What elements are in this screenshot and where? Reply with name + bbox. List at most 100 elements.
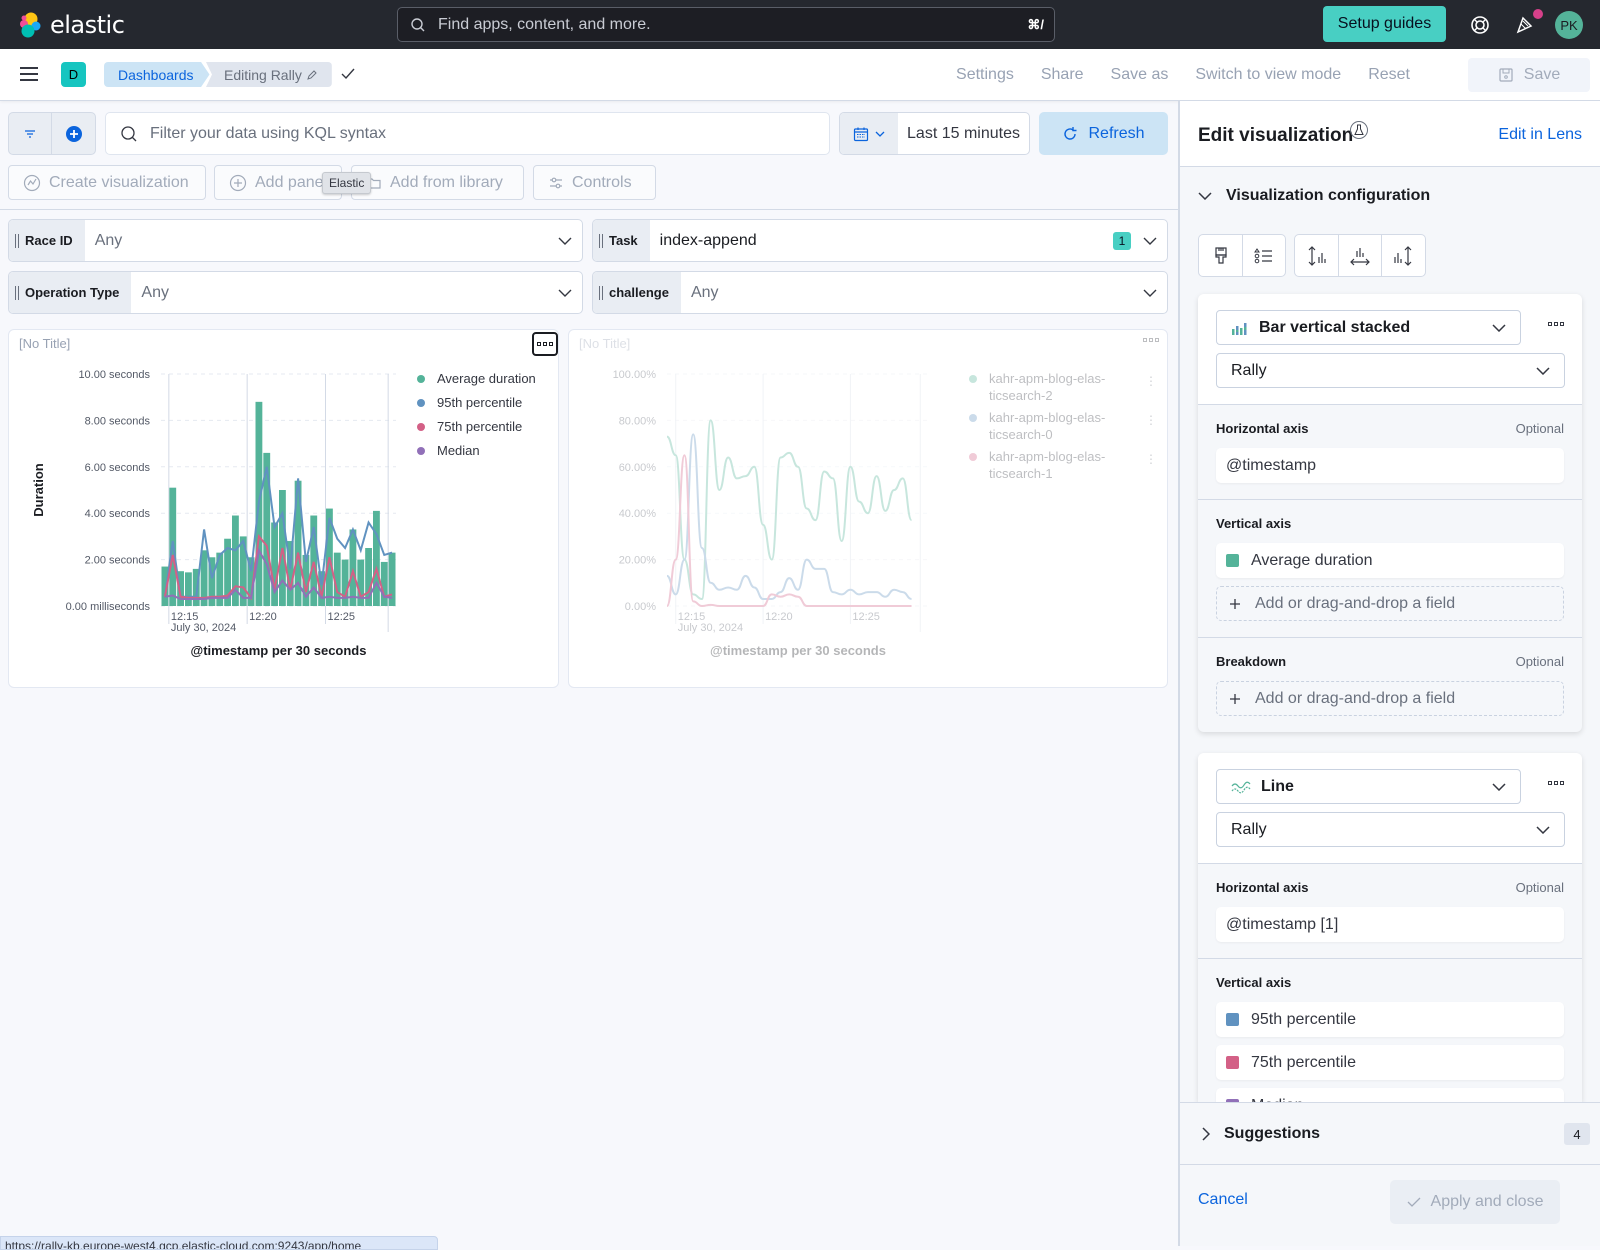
menu-toggle-icon[interactable] xyxy=(20,67,38,81)
vertical-axis-field[interactable]: 75th percentile xyxy=(1216,1045,1564,1080)
data-view-label: Rally xyxy=(1231,361,1267,379)
switch-to-view-mode-link[interactable]: Switch to view mode xyxy=(1195,66,1341,84)
apply-and-close-button[interactable]: Apply and close xyxy=(1390,1180,1560,1224)
vertical-axis-field[interactable]: Average duration xyxy=(1216,543,1564,578)
header-actions: Settings Share Save as Switch to view mo… xyxy=(956,49,1410,101)
y-tick-label: 10.00 seconds xyxy=(78,369,150,381)
setup-guides-button[interactable]: Setup guides xyxy=(1323,6,1446,42)
chart-type-select[interactable]: Line xyxy=(1216,769,1521,804)
chevron-down-icon[interactable] xyxy=(548,272,582,313)
control-value[interactable]: Any xyxy=(131,272,548,313)
control-label: Race ID xyxy=(9,220,85,261)
control-operation-type[interactable]: Operation Type Any xyxy=(8,271,583,314)
control-race-id[interactable]: Race ID Any xyxy=(8,219,583,262)
controls-button[interactable]: Controls xyxy=(533,165,656,200)
vertical-axis-field[interactable]: 95th percentile xyxy=(1216,1002,1564,1037)
global-search-placeholder: Find apps, content, and more. xyxy=(438,15,651,33)
add-from-library-button[interactable]: Add from library xyxy=(351,165,524,200)
flyout-header: Edit visualization Edit in Lens xyxy=(1180,101,1600,167)
legend-button[interactable] xyxy=(1242,235,1285,276)
layer-actions-button[interactable] xyxy=(1548,781,1564,785)
control-challenge[interactable]: challenge Any xyxy=(592,271,1168,314)
quick-select-button[interactable] xyxy=(840,113,898,154)
left-axis-button[interactable] xyxy=(1295,235,1338,276)
legend-icon xyxy=(1254,247,1272,263)
optional-label: Optional xyxy=(1515,654,1564,669)
filter-menu-button[interactable] xyxy=(9,113,53,154)
add-field-button[interactable]: Add or drag-and-drop a field xyxy=(1216,586,1564,621)
add-from-library-label: Add from library xyxy=(390,173,503,191)
global-search-input[interactable]: Find apps, content, and more. ⌘/ xyxy=(397,7,1055,42)
layer-bar: Bar vertical stacked Rally Horizontal ax… xyxy=(1198,294,1582,732)
help-icon[interactable] xyxy=(1469,14,1491,36)
suggestions-toggle[interactable]: Suggestions 4 xyxy=(1180,1102,1600,1164)
control-value[interactable]: Any xyxy=(85,220,548,261)
bar xyxy=(349,529,357,606)
space-avatar[interactable]: D xyxy=(61,62,86,87)
share-link[interactable]: Share xyxy=(1041,66,1084,84)
check-icon[interactable] xyxy=(339,65,357,83)
bottom-axis-icon xyxy=(1350,247,1370,265)
chart-type-select[interactable]: Bar vertical stacked xyxy=(1216,310,1521,345)
drag-handle-icon[interactable] xyxy=(15,233,19,248)
chevron-down-icon[interactable] xyxy=(1133,220,1167,261)
legend-label: Median xyxy=(437,443,480,458)
breadcrumb-dashboards[interactable]: Dashboards xyxy=(104,62,210,87)
chevron-down-icon[interactable] xyxy=(548,220,582,261)
horizontal-axis-field[interactable]: @timestamp [1] xyxy=(1216,907,1564,942)
add-filter-button[interactable] xyxy=(52,113,95,154)
search-icon xyxy=(121,125,137,141)
duration-chart: 0.00 milliseconds 2.00 seconds 4.00 second… xyxy=(31,369,536,658)
x-tick-label: 12:25 xyxy=(328,611,356,623)
drag-handle-icon[interactable] xyxy=(15,285,19,300)
control-task[interactable]: Task index-append 1 xyxy=(592,219,1168,262)
chevron-down-icon xyxy=(875,131,885,137)
dimension-label: Breakdown xyxy=(1216,654,1287,669)
controls-label: Controls xyxy=(572,173,632,191)
chevron-down-icon[interactable] xyxy=(1133,272,1167,313)
vertical-axis-field[interactable]: Median xyxy=(1216,1088,1564,1102)
right-axis-button[interactable] xyxy=(1381,235,1424,276)
reset-link[interactable]: Reset xyxy=(1368,66,1410,84)
dimension-label: Horizontal axis xyxy=(1216,880,1309,895)
create-visualization-button[interactable]: Create visualization xyxy=(8,165,206,200)
style-button[interactable] xyxy=(1199,235,1242,276)
layer-actions-button[interactable] xyxy=(1548,322,1564,326)
control-value[interactable]: index-append xyxy=(650,220,1113,261)
settings-link[interactable]: Settings xyxy=(956,66,1014,84)
control-label-text: Task xyxy=(609,233,638,248)
kql-query-input[interactable]: Filter your data using KQL syntax xyxy=(105,112,830,155)
save-as-link[interactable]: Save as xyxy=(1111,66,1169,84)
add-field-button[interactable]: Add or drag-and-drop a field xyxy=(1216,681,1564,716)
data-view-select[interactable]: Rally xyxy=(1216,353,1565,388)
plus-circle-icon xyxy=(229,174,247,191)
legend-label: 95th percentile xyxy=(437,395,522,410)
horizontal-axis-field[interactable]: @timestamp xyxy=(1216,448,1564,483)
time-range-display[interactable]: Last 15 minutes xyxy=(898,113,1029,154)
elastic-logo[interactable]: elastic xyxy=(16,11,125,39)
dimension-label: Horizontal axis xyxy=(1216,421,1309,436)
bottom-axis-button[interactable] xyxy=(1338,235,1381,276)
user-avatar[interactable]: PK xyxy=(1555,11,1583,39)
drag-handle-icon[interactable] xyxy=(599,285,603,300)
global-header: elastic Find apps, content, and more. ⌘/… xyxy=(0,0,1600,49)
legend-item-menu-icon: ⋮ xyxy=(1145,374,1157,388)
status-bar-url: https://rally-kb.europe-west4.gcp.elasti… xyxy=(0,1236,438,1250)
cancel-button[interactable]: Cancel xyxy=(1198,1191,1248,1209)
news-feed-icon[interactable] xyxy=(1513,14,1535,36)
breadcrumb-editing-rally[interactable]: Editing Rally xyxy=(206,62,332,87)
section-title-label: Visualization configuration xyxy=(1226,187,1431,204)
control-label: challenge xyxy=(593,272,681,313)
control-label: Task xyxy=(593,220,650,261)
drag-handle-icon[interactable] xyxy=(599,233,603,248)
axis-toolbar xyxy=(1294,234,1426,277)
data-view-select[interactable]: Rally xyxy=(1216,812,1565,847)
save-button[interactable]: Save xyxy=(1468,58,1590,92)
edit-in-lens-link[interactable]: Edit in Lens xyxy=(1498,126,1582,144)
chevron-right-icon xyxy=(1202,1126,1210,1141)
refresh-button[interactable]: Refresh xyxy=(1039,112,1168,155)
visualization-configuration-toggle[interactable]: Visualization configuration xyxy=(1198,187,1430,205)
control-value[interactable]: Any xyxy=(681,272,1133,313)
y-tick-label: 4.00 seconds xyxy=(85,508,151,520)
notification-dot xyxy=(1533,9,1543,19)
